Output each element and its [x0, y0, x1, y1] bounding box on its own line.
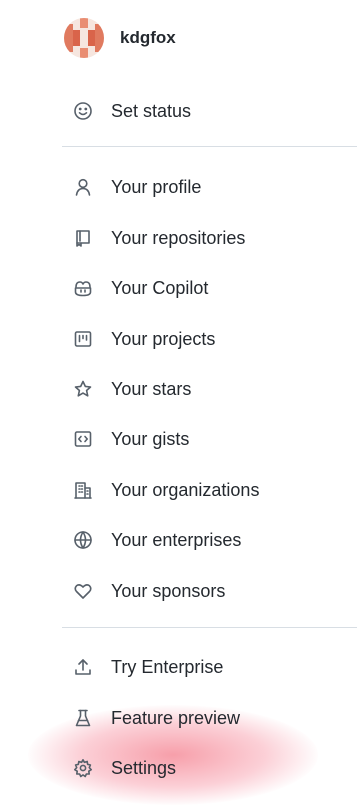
menu-item-try-enterprise[interactable]: Try Enterprise	[72, 652, 223, 682]
organization-icon	[72, 479, 94, 501]
beaker-icon	[72, 707, 94, 729]
avatar	[64, 18, 104, 58]
menu-item-settings[interactable]: Settings	[72, 753, 176, 783]
menu-item-label: Your Copilot	[111, 277, 209, 298]
menu-item-label: Feature preview	[111, 707, 241, 728]
menu-item-label: Your projects	[111, 328, 216, 349]
menu-item-projects[interactable]: Your projects	[72, 324, 215, 354]
person-icon	[72, 176, 94, 198]
project-icon	[72, 328, 94, 350]
menu-item-label: Settings	[111, 757, 177, 778]
menu-item-label: Try Enterprise	[111, 656, 224, 677]
menu-item-label: Your gists	[111, 428, 190, 449]
smiley-icon	[72, 100, 94, 122]
upload-icon	[72, 656, 94, 678]
set-status-label: Set status	[111, 100, 192, 121]
username: kdgfox	[120, 28, 176, 47]
menu-item-profile[interactable]: Your profile	[72, 172, 201, 202]
menu-item-enterprises[interactable]: Your enterprises	[72, 525, 241, 555]
menu-item-label: Your sponsors	[111, 580, 226, 601]
copilot-icon	[72, 277, 94, 299]
menu-item-repositories[interactable]: Your repositories	[72, 223, 245, 253]
menu-item-label: Your stars	[111, 378, 192, 399]
heart-icon	[72, 580, 94, 602]
menu-item-organizations[interactable]: Your organizations	[72, 475, 259, 505]
menu-item-label: Your profile	[111, 176, 202, 197]
menu-item-stars[interactable]: Your stars	[72, 374, 191, 404]
set-status-item[interactable]: Set status	[72, 96, 191, 126]
menu-item-label: Your organizations	[111, 479, 260, 500]
user-header[interactable]: kdgfox	[64, 18, 176, 58]
menu-item-sponsors[interactable]: Your sponsors	[72, 576, 225, 606]
gear-icon	[72, 757, 94, 779]
menu-item-label: Your enterprises	[111, 529, 242, 550]
menu-divider	[62, 146, 357, 147]
menu-item-label: Your repositories	[111, 227, 246, 248]
user-menu: kdgfox Set status Your profile Your repo…	[0, 0, 357, 805]
globe-icon	[72, 529, 94, 551]
star-icon	[72, 378, 94, 400]
code-square-icon	[72, 428, 94, 450]
repo-icon	[72, 227, 94, 249]
menu-item-gists[interactable]: Your gists	[72, 424, 189, 454]
menu-divider	[62, 627, 357, 628]
menu-item-copilot[interactable]: Your Copilot	[72, 273, 208, 303]
menu-item-feature-preview[interactable]: Feature preview	[72, 703, 240, 733]
